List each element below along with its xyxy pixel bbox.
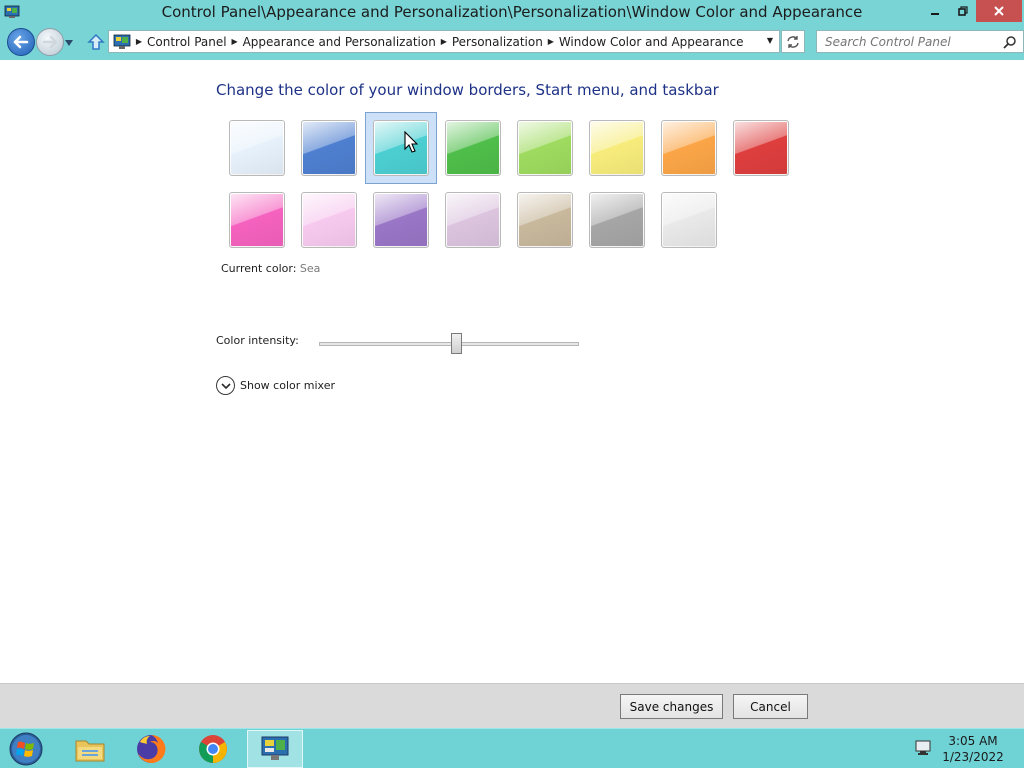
current-color-label: Current color: <box>221 262 297 275</box>
color-swatch-twilight[interactable] <box>301 120 357 176</box>
breadcrumb-separator-icon[interactable]: ▶ <box>436 37 452 46</box>
color-swatch-lime[interactable] <box>517 120 573 176</box>
color-swatch-fuchsia[interactable] <box>229 192 285 248</box>
color-swatch-sea[interactable] <box>373 120 429 176</box>
color-swatch-ruby[interactable] <box>733 120 789 176</box>
title-bar[interactable]: Control Panel\Appearance and Personaliza… <box>0 0 1024 24</box>
search-icon[interactable] <box>1003 35 1017 49</box>
close-icon <box>994 6 1004 16</box>
recent-pages-dropdown-icon[interactable] <box>64 39 74 47</box>
taskbar: 3:05 AM 1/23/2022 <box>0 728 1024 768</box>
taskbar-chrome[interactable] <box>185 730 241 768</box>
color-swatch-slate[interactable] <box>661 192 717 248</box>
save-changes-button[interactable]: Save changes <box>620 694 723 719</box>
color-swatch-leaf[interactable] <box>445 120 501 176</box>
color-intensity-slider-thumb[interactable] <box>450 333 462 354</box>
system-clock[interactable]: 3:05 AM 1/23/2022 <box>940 733 1006 765</box>
minimize-button[interactable] <box>921 0 949 22</box>
address-dropdown-icon[interactable]: ▼ <box>767 36 773 45</box>
control-panel-icon <box>261 736 289 760</box>
forward-arrow-icon <box>42 35 58 49</box>
color-intensity-slider[interactable] <box>319 342 579 346</box>
address-bar[interactable]: ▶ Control Panel ▶ Appearance and Persona… <box>108 30 780 53</box>
control-panel-icon <box>113 34 131 49</box>
color-swatch-lavender[interactable] <box>445 192 501 248</box>
page-heading: Change the color of your window borders,… <box>216 81 719 99</box>
color-swatch-chocolate[interactable] <box>589 192 645 248</box>
minimize-icon <box>931 13 939 15</box>
current-color-text: Current color: Sea <box>221 262 320 275</box>
refresh-icon <box>787 35 799 48</box>
search-input[interactable] <box>817 31 997 52</box>
forward-button[interactable] <box>36 28 64 56</box>
refresh-button[interactable] <box>781 30 805 53</box>
back-button[interactable] <box>7 28 35 56</box>
color-swatch-violet[interactable] <box>373 192 429 248</box>
current-color-value: Sea <box>299 262 321 275</box>
mouse-cursor-icon <box>404 131 418 153</box>
color-swatch-pumpkin[interactable] <box>661 120 717 176</box>
restore-button[interactable] <box>949 0 977 22</box>
breadcrumb-personalization[interactable]: Personalization <box>452 35 543 49</box>
color-swatch-sky[interactable] <box>229 120 285 176</box>
close-button[interactable] <box>976 0 1022 22</box>
color-intensity-label: Color intensity: <box>216 334 299 347</box>
taskbar-file-explorer[interactable] <box>62 730 118 768</box>
show-color-mixer-label[interactable]: Show color mixer <box>240 379 335 392</box>
breadcrumb-separator-icon[interactable]: ▶ <box>131 37 147 46</box>
back-arrow-icon <box>13 35 29 49</box>
firefox-icon <box>137 734 166 763</box>
color-swatch-blush[interactable] <box>301 192 357 248</box>
cancel-button[interactable]: Cancel <box>733 694 808 719</box>
folder-icon <box>75 740 105 762</box>
search-box[interactable] <box>816 30 1024 53</box>
window-title: Control Panel\Appearance and Personaliza… <box>161 3 863 21</box>
breadcrumb-appearance[interactable]: Appearance and Personalization <box>243 35 436 49</box>
breadcrumb-window-color[interactable]: Window Color and Appearance <box>559 35 744 49</box>
control-panel-window: Control Panel\Appearance and Personaliza… <box>0 0 1024 728</box>
restore-icon <box>958 6 968 16</box>
show-color-mixer-toggle[interactable]: Show color mixer <box>216 376 335 395</box>
clock-date: 1/23/2022 <box>942 750 1004 764</box>
start-button-icon[interactable] <box>6 730 46 768</box>
button-bar: Save changes Cancel <box>0 683 1024 728</box>
up-arrow-icon[interactable] <box>86 32 106 52</box>
color-swatch-sun[interactable] <box>589 120 645 176</box>
color-swatch-taupe[interactable] <box>517 192 573 248</box>
breadcrumb-control-panel[interactable]: Control Panel <box>147 35 227 49</box>
breadcrumb-separator-icon[interactable]: ▶ <box>227 37 243 46</box>
chevron-down-icon[interactable] <box>216 376 235 395</box>
taskbar-control-panel[interactable] <box>247 730 303 768</box>
breadcrumb-separator-icon[interactable]: ▶ <box>543 37 559 46</box>
chrome-icon <box>199 735 227 763</box>
navigation-bar: ▶ Control Panel ▶ Appearance and Persona… <box>0 24 1024 60</box>
taskbar-firefox[interactable] <box>123 730 179 768</box>
clock-time: 3:05 AM <box>948 734 998 748</box>
network-icon[interactable] <box>914 740 932 756</box>
